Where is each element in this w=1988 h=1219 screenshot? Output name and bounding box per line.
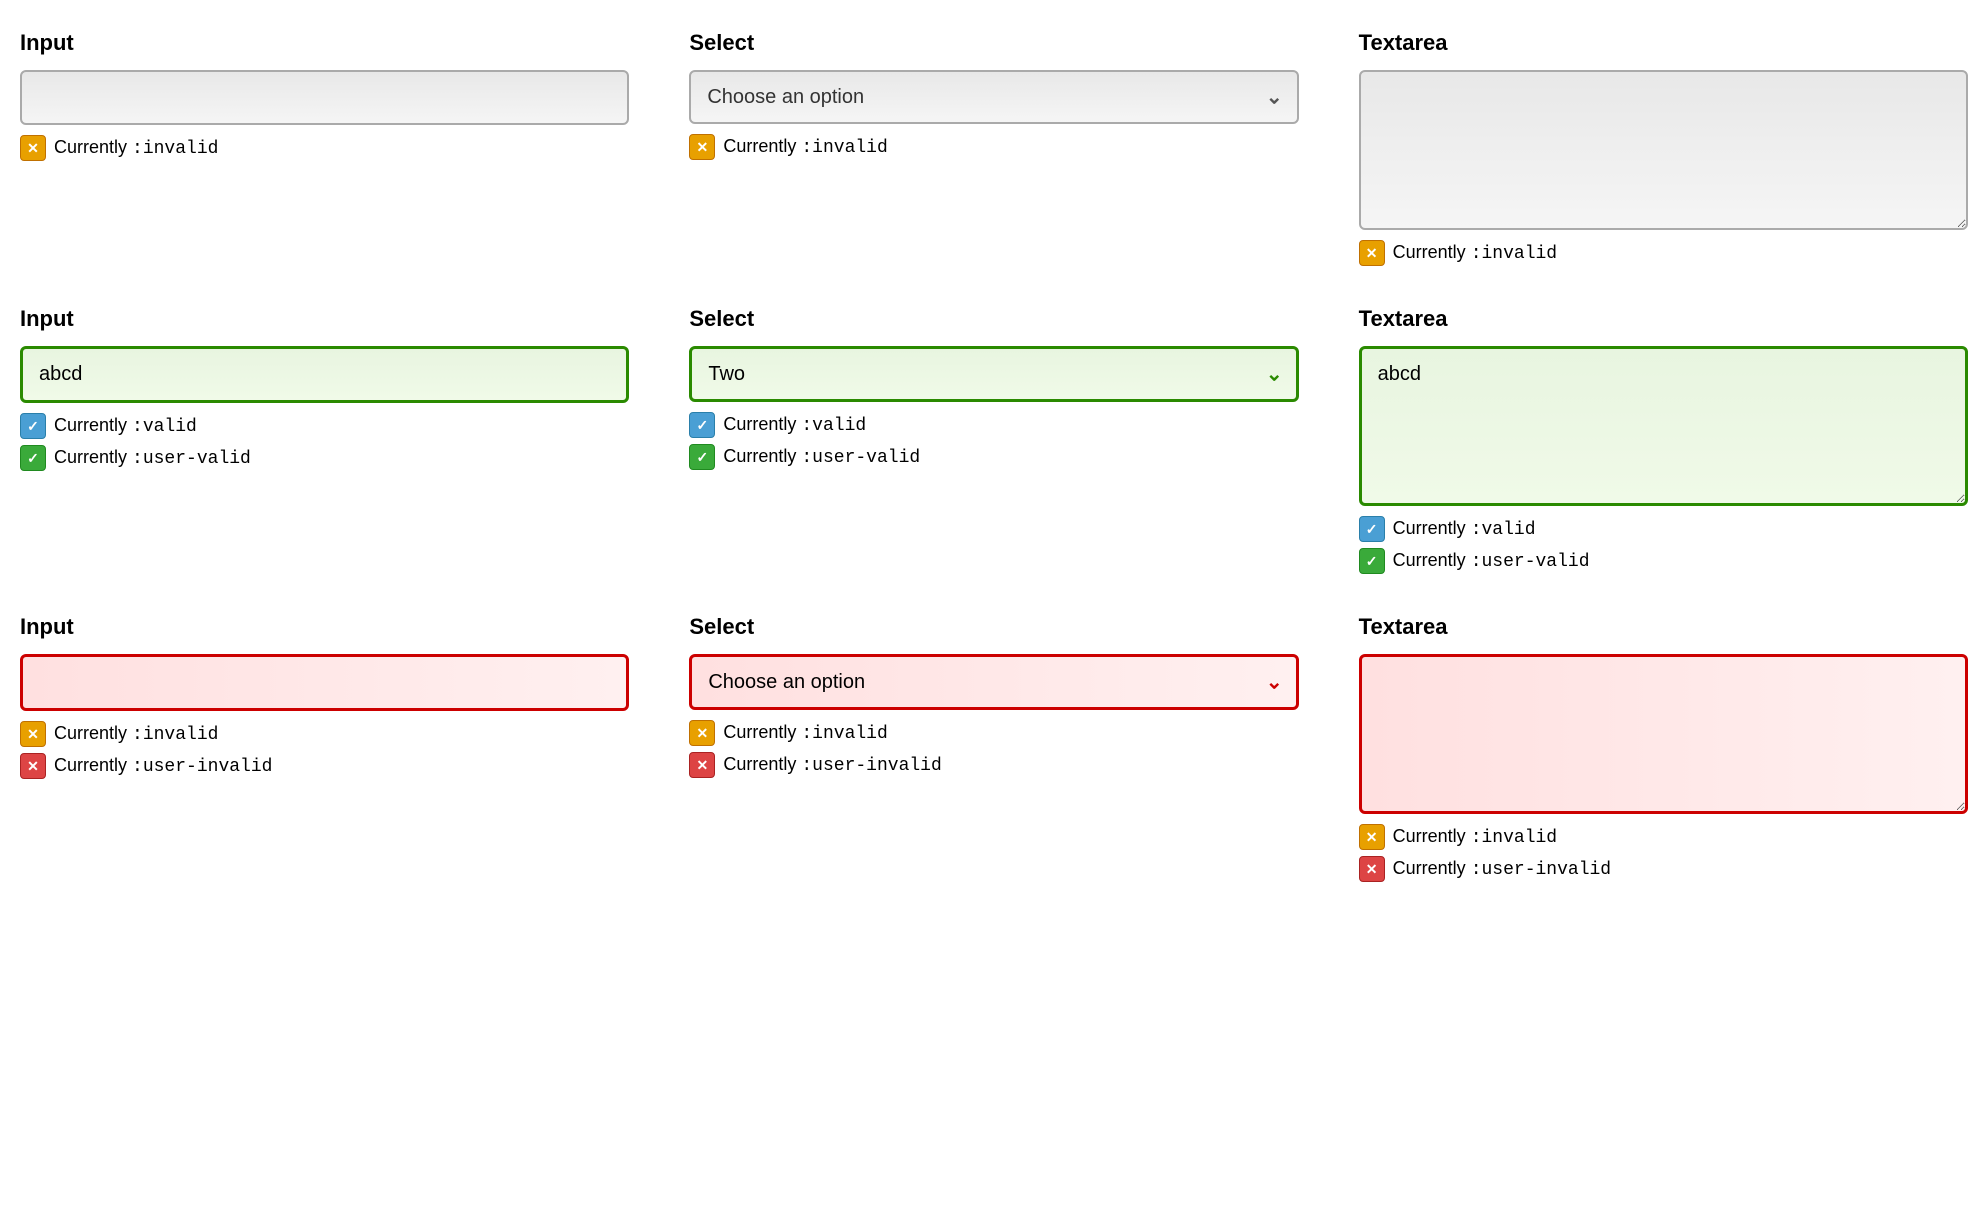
status-item-default-select-0: Currently :invalid (689, 134, 1298, 160)
label-default-textarea: Textarea (1359, 30, 1968, 56)
label-valid-select: Select (689, 306, 1298, 332)
status-item-invalid-select-0: Currently :invalid (689, 720, 1298, 746)
status-item-invalid-textarea-0: Currently :invalid (1359, 824, 1968, 850)
cell-default-input: Input Currently :invalid (20, 30, 629, 266)
label-invalid-textarea: Textarea (1359, 614, 1968, 640)
status-text: Currently :invalid (723, 722, 887, 744)
select-default[interactable]: Choose an optionOneTwoThree (689, 70, 1298, 124)
status-item-valid-input-1: Currently :user-valid (20, 445, 629, 471)
cell-default-select: Select Choose an optionOneTwoThree⌄ Curren… (689, 30, 1298, 266)
badge-blue-check-icon (20, 413, 46, 439)
status-text: Currently :valid (723, 414, 866, 436)
badge-green-check-icon (20, 445, 46, 471)
label-invalid-select: Select (689, 614, 1298, 640)
cell-invalid-select: Select Choose an optionOneTwoThree⌄ Curren… (689, 614, 1298, 882)
label-invalid-input: Input (20, 614, 629, 640)
badge-green-check-icon (1359, 548, 1385, 574)
status-text: Currently :invalid (723, 136, 887, 158)
status-text: Currently :invalid (54, 723, 218, 745)
select-invalid[interactable]: Choose an optionOneTwoThree (689, 654, 1298, 710)
status-item-default-textarea-0: Currently :invalid (1359, 240, 1968, 266)
badge-red-x-icon (20, 753, 46, 779)
input-invalid[interactable] (20, 654, 629, 711)
badge-blue-check-icon (689, 412, 715, 438)
cell-valid-textarea: Textarea abcd Currently :valid Currently :u… (1359, 306, 1968, 574)
status-list-invalid-textarea: Currently :invalid Currently :user-invali… (1359, 824, 1968, 882)
label-valid-input: Input (20, 306, 629, 332)
textarea-valid[interactable]: abcd (1359, 346, 1968, 506)
status-item-default-input-0: Currently :invalid (20, 135, 629, 161)
status-text: Currently :valid (1393, 518, 1536, 540)
status-text: Currently :invalid (54, 137, 218, 159)
cell-valid-select: Select Choose an optionOneTwoThree⌄ Curren… (689, 306, 1298, 574)
label-default-select: Select (689, 30, 1298, 56)
badge-red-x-icon (1359, 856, 1385, 882)
select-wrapper-valid: Choose an optionOneTwoThree⌄ (689, 346, 1298, 402)
status-text: Currently :user-valid (1393, 550, 1590, 572)
status-text: Currently :user-invalid (54, 755, 272, 777)
status-text: Currently :invalid (1393, 242, 1557, 264)
cell-invalid-input: Input Currently :invalid Currently :user-i… (20, 614, 629, 882)
status-text: Currently :user-valid (54, 447, 251, 469)
status-item-valid-textarea-0: Currently :valid (1359, 516, 1968, 542)
badge-green-check-icon (689, 444, 715, 470)
select-wrapper-invalid: Choose an optionOneTwoThree⌄ (689, 654, 1298, 710)
input-default[interactable] (20, 70, 629, 125)
textarea-default[interactable] (1359, 70, 1968, 230)
status-item-valid-textarea-1: Currently :user-valid (1359, 548, 1968, 574)
cell-invalid-textarea: Textarea Currently :invalid Currently :use… (1359, 614, 1968, 882)
status-list-default-select: Currently :invalid (689, 134, 1298, 160)
status-item-valid-select-0: Currently :valid (689, 412, 1298, 438)
badge-orange-x-icon (1359, 824, 1385, 850)
status-list-invalid-select: Currently :invalid Currently :user-invali… (689, 720, 1298, 778)
status-text: Currently :valid (54, 415, 197, 437)
label-default-input: Input (20, 30, 629, 56)
status-item-invalid-textarea-1: Currently :user-invalid (1359, 856, 1968, 882)
status-list-default-input: Currently :invalid (20, 135, 629, 161)
status-text: Currently :user-invalid (723, 754, 941, 776)
badge-orange-x-icon (20, 135, 46, 161)
input-valid[interactable] (20, 346, 629, 403)
status-list-invalid-input: Currently :invalid Currently :user-invali… (20, 721, 629, 779)
cell-default-textarea: Textarea Currently :invalid (1359, 30, 1968, 266)
label-valid-textarea: Textarea (1359, 306, 1968, 332)
textarea-invalid[interactable] (1359, 654, 1968, 814)
badge-blue-check-icon (1359, 516, 1385, 542)
badge-orange-x-icon (1359, 240, 1385, 266)
badge-orange-x-icon (689, 134, 715, 160)
status-item-invalid-select-1: Currently :user-invalid (689, 752, 1298, 778)
status-text: Currently :user-valid (723, 446, 920, 468)
status-text: Currently :invalid (1393, 826, 1557, 848)
status-item-valid-select-1: Currently :user-valid (689, 444, 1298, 470)
status-list-default-textarea: Currently :invalid (1359, 240, 1968, 266)
status-item-invalid-input-1: Currently :user-invalid (20, 753, 629, 779)
badge-orange-x-icon (689, 720, 715, 746)
status-item-valid-input-0: Currently :valid (20, 413, 629, 439)
status-list-valid-select: Currently :valid Currently :user-valid (689, 412, 1298, 470)
badge-red-x-icon (689, 752, 715, 778)
status-list-valid-input: Currently :valid Currently :user-valid (20, 413, 629, 471)
select-wrapper-default: Choose an optionOneTwoThree⌄ (689, 70, 1298, 124)
badge-orange-x-icon (20, 721, 46, 747)
cell-valid-input: Input Currently :valid Currently :user-val… (20, 306, 629, 574)
status-list-valid-textarea: Currently :valid Currently :user-valid (1359, 516, 1968, 574)
main-grid: Input Currently :invalid Select Choose an o… (20, 30, 1968, 882)
status-text: Currently :user-invalid (1393, 858, 1611, 880)
select-valid[interactable]: Choose an optionOneTwoThree (689, 346, 1298, 402)
status-item-invalid-input-0: Currently :invalid (20, 721, 629, 747)
